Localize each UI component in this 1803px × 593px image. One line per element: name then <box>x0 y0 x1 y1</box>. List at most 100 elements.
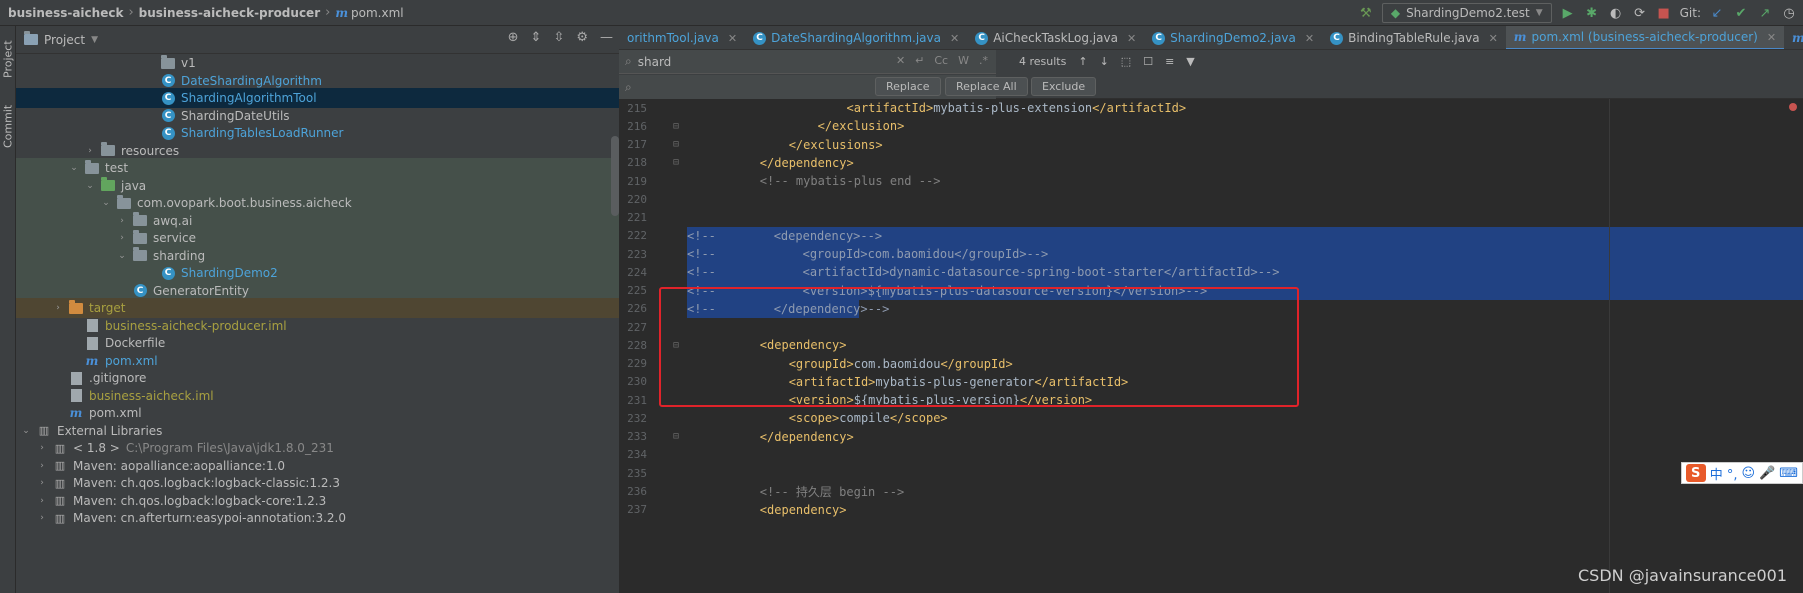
close-tab-icon[interactable]: ✕ <box>728 32 737 45</box>
next-occurrence-icon[interactable]: ↓ <box>1100 55 1109 68</box>
code-line[interactable]: 233 ⊟ </dependency> <box>619 428 1803 446</box>
run-configuration-selector[interactable]: ◆ ShardingDemo2.test ▼ <box>1381 3 1552 23</box>
editor-tab[interactable]: m pom.xml (business-aicheck-producer) ✕ <box>1505 26 1785 49</box>
git-commit-icon[interactable]: ✔ <box>1733 5 1749 21</box>
fold-marker-icon[interactable]: ⊟ <box>673 139 679 150</box>
code-line[interactable]: 234 <box>619 446 1803 464</box>
tree-expand-arrow-icon[interactable]: › <box>36 496 48 506</box>
fold-marker-icon[interactable]: ⊟ <box>673 157 679 168</box>
tree-expand-arrow-icon[interactable]: ⌄ <box>68 163 80 173</box>
code-line[interactable]: 218 ⊟ </dependency> <box>619 154 1803 172</box>
chevron-down-icon[interactable]: ▼ <box>91 35 98 45</box>
editor-tab[interactable]: C AiCheckTaskLog.java ✕ <box>967 26 1144 49</box>
tree-expand-arrow-icon[interactable]: › <box>36 513 48 523</box>
previous-occurrence-icon[interactable]: ↑ <box>1078 55 1087 68</box>
tree-expand-arrow-icon[interactable]: ⌄ <box>116 251 128 261</box>
code-line[interactable]: 236 <!-- 持久层 begin --> <box>619 482 1803 500</box>
tree-expand-arrow-icon[interactable]: › <box>116 216 128 226</box>
locate-icon[interactable]: ⊕ <box>508 30 519 45</box>
keyboard-icon[interactable]: ⌨ <box>1779 466 1798 481</box>
coverage-icon[interactable]: ◐ <box>1608 5 1624 21</box>
editor-tab[interactable]: C BindingTableRule.java ✕ <box>1322 26 1506 49</box>
tree-expand-arrow-icon[interactable]: › <box>36 443 48 453</box>
tree-expand-arrow-icon[interactable]: › <box>84 146 96 156</box>
code-line[interactable]: 230 <artifactId>mybatis-plus-generator</… <box>619 373 1803 391</box>
history-icon[interactable]: ◷ <box>1781 5 1797 21</box>
code-line[interactable]: 225 <!-- <version>${mybatis-plus-datasour… <box>619 281 1803 300</box>
project-tool-tab[interactable]: Project <box>1 30 15 88</box>
run-icon[interactable]: ▶ <box>1560 5 1576 21</box>
replace-all-button[interactable]: Replace All <box>945 77 1028 96</box>
code-line[interactable]: 237 <dependency> <box>619 501 1803 519</box>
breadcrumb-module[interactable]: business-aicheck-producer <box>139 6 320 20</box>
close-tab-icon[interactable]: ✕ <box>1305 32 1314 45</box>
git-update-icon[interactable]: ↙ <box>1709 5 1725 21</box>
code-line[interactable]: 219 <!-- mybatis-plus end --> <box>619 172 1803 190</box>
project-panel-title[interactable]: Project <box>44 33 85 47</box>
code-line[interactable]: 222 <!-- <dependency>--> <box>619 226 1803 245</box>
breadcrumb-file[interactable]: pom.xml <box>348 6 404 20</box>
breadcrumb-project[interactable]: business-aicheck <box>0 6 123 20</box>
search-input[interactable]: ⌕ shard ✕ ↵ Cc W .* <box>619 50 996 74</box>
code-line[interactable]: 216 ⊟ </exclusion> <box>619 117 1803 135</box>
stop-icon[interactable]: ■ <box>1656 5 1672 21</box>
code-line[interactable]: 229 <groupId>com.baomidou</groupId> <box>619 355 1803 373</box>
code-line[interactable]: 217 ⊟ </exclusions> <box>619 136 1803 154</box>
code-line[interactable]: 227 <box>619 318 1803 336</box>
exclude-button[interactable]: Exclude <box>1031 77 1097 96</box>
tree-item[interactable]: › ▥ Maven: cn.afterturn:easypoi-annotation… <box>16 508 619 528</box>
editor-tab[interactable]: C DateShardingAlgorithm.java ✕ <box>745 26 967 49</box>
tree-expand-arrow-icon[interactable]: › <box>36 461 48 471</box>
expand-all-icon[interactable]: ⇕ <box>531 30 542 45</box>
code-line[interactable]: 221 <box>619 209 1803 227</box>
editor-tab[interactable]: mTableRu <box>1784 26 1803 49</box>
tree-expand-arrow-icon[interactable]: › <box>52 303 64 313</box>
close-tab-icon[interactable]: ✕ <box>950 32 959 45</box>
code-line[interactable]: 215 <artifactId>mybatis-plus-extension</… <box>619 99 1803 117</box>
in-selection-icon[interactable]: ☐ <box>1143 55 1153 68</box>
clear-icon[interactable]: ✕ <box>896 54 905 67</box>
tree-expand-arrow-icon[interactable]: ⌄ <box>100 198 112 208</box>
close-tab-icon[interactable]: ✕ <box>1489 32 1498 45</box>
whole-words-toggle[interactable]: W <box>958 54 969 67</box>
code-line[interactable]: 231 <version>${mybatis-plus-version}</ve… <box>619 391 1803 409</box>
close-tab-icon[interactable]: ✕ <box>1767 31 1776 44</box>
code-line[interactable]: 223 <!-- <groupId>com.baomidou</groupId>-… <box>619 245 1803 264</box>
editor-tab[interactable]: C ShardingDemo2.java ✕ <box>1144 26 1322 49</box>
code-line[interactable]: 228 ⊟ <dependency> <box>619 336 1803 354</box>
code-line[interactable]: 224 <!-- <artifactId>dynamic-datasource-s… <box>619 263 1803 282</box>
debug-icon[interactable]: ✱ <box>1584 5 1600 21</box>
tree-expand-arrow-icon[interactable]: › <box>116 233 128 243</box>
profile-icon[interactable]: ⟳ <box>1632 5 1648 21</box>
close-tab-icon[interactable]: ✕ <box>1127 32 1136 45</box>
replace-button[interactable]: Replace <box>875 77 941 96</box>
fold-marker-icon[interactable]: ⊟ <box>673 121 679 132</box>
error-indicator-icon[interactable] <box>1789 103 1797 111</box>
tree-scrollbar[interactable] <box>611 136 619 216</box>
editor-tab[interactable]: orithmTool.java ✕ <box>619 26 745 49</box>
build-hammer-icon[interactable]: ⚒ <box>1358 5 1374 21</box>
code-line[interactable]: 220 <box>619 190 1803 208</box>
code-editor[interactable]: 215 <artifactId>mybatis-plus-extension</… <box>619 99 1803 593</box>
hide-icon[interactable]: — <box>600 30 613 45</box>
commit-tool-tab[interactable]: Commit <box>1 96 15 156</box>
filter-icon[interactable]: ▼ <box>1186 55 1194 68</box>
gear-icon[interactable]: ⚙ <box>576 30 588 45</box>
collapse-all-icon[interactable]: ⇳ <box>553 30 564 45</box>
code-line[interactable]: 235 <box>619 464 1803 482</box>
microphone-icon[interactable]: 🎤 <box>1759 466 1775 481</box>
newline-icon[interactable]: ↵ <box>915 54 924 67</box>
fold-marker-icon[interactable]: ⊟ <box>673 431 679 442</box>
match-case-toggle[interactable]: Cc <box>934 54 948 67</box>
emoji-icon[interactable]: ☺ <box>1741 466 1755 481</box>
multiline-icon[interactable]: ≡ <box>1165 55 1174 68</box>
fold-marker-icon[interactable]: ⊟ <box>673 340 679 351</box>
tree-expand-arrow-icon[interactable]: ⌄ <box>20 426 32 436</box>
code-line[interactable]: 232 <scope>compile</scope> <box>619 409 1803 427</box>
code-line[interactable]: 226 <!-- </dependency>--> <box>619 299 1803 318</box>
tree-expand-arrow-icon[interactable]: ⌄ <box>84 181 96 191</box>
regex-toggle[interactable]: .* <box>979 54 988 67</box>
select-all-occurrences-icon[interactable]: ⬚ <box>1121 55 1131 68</box>
git-push-icon[interactable]: ↗ <box>1757 5 1773 21</box>
tree-expand-arrow-icon[interactable]: › <box>36 478 48 488</box>
